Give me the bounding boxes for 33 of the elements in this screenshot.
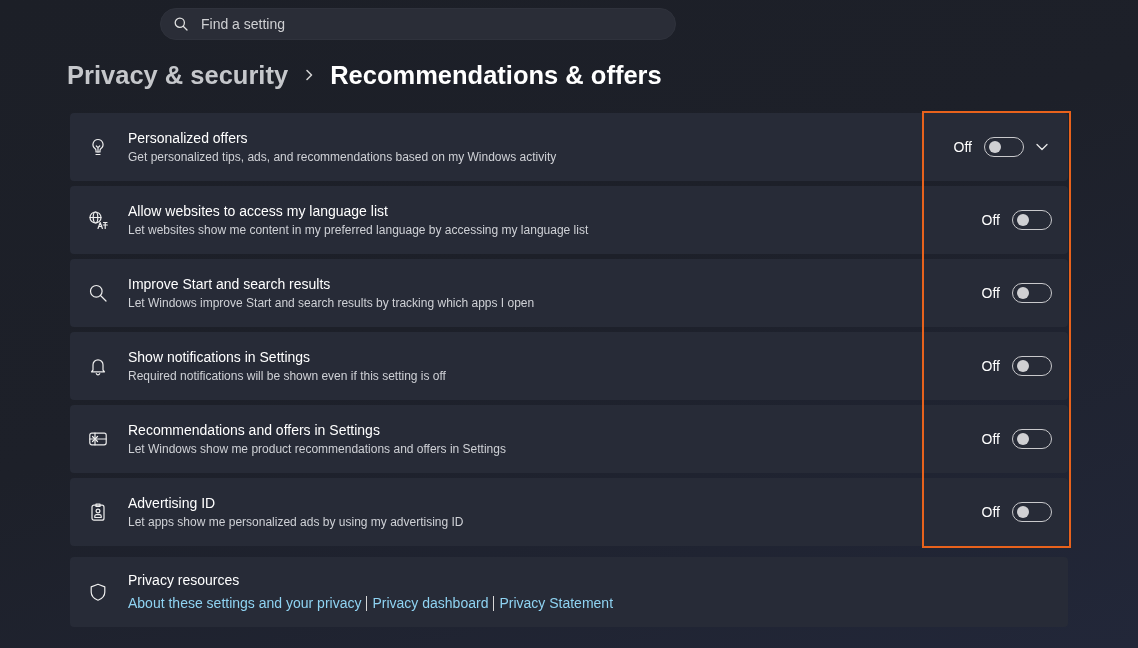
setting-description: Required notifications will be shown even if this setting is off bbox=[128, 368, 446, 384]
search-icon bbox=[174, 17, 188, 31]
setting-title: Show notifications in Settings bbox=[128, 348, 311, 366]
setting-description: Get personalized tips, ads, and recommendations based on my Windows activity bbox=[128, 149, 557, 165]
breadcrumb-link[interactable]: Privacy & security bbox=[67, 60, 289, 90]
toggle-state-label: Off bbox=[981, 212, 1000, 228]
setting-description: Let apps show me personalized ads by using my advertising ID bbox=[128, 514, 464, 530]
privacy-link[interactable]: Privacy Statement bbox=[499, 593, 614, 613]
chevron-down-icon bbox=[1036, 143, 1048, 151]
setting-description: Let websites show me content in my preferred language by accessing my language list bbox=[128, 222, 589, 238]
bell-icon bbox=[88, 356, 108, 376]
setting-title: Allow websites to access my language list bbox=[128, 202, 388, 220]
resources-title: Privacy resources bbox=[128, 571, 240, 589]
toggle-state-label: Off bbox=[953, 139, 972, 155]
id-badge-icon bbox=[88, 502, 108, 522]
privacy-link[interactable]: About these settings and your privacy bbox=[128, 593, 362, 613]
toggle-state-label: Off bbox=[981, 358, 1000, 374]
setting-description: Let Windows show me product recommendations and offers in Settings bbox=[128, 441, 506, 457]
privacy-link[interactable]: Privacy dashboard bbox=[372, 593, 489, 613]
setting-title: Recommendations and offers in Settings bbox=[128, 421, 380, 439]
globe-letters-icon bbox=[88, 210, 108, 230]
setting-title: Personalized offers bbox=[128, 129, 248, 147]
toggle-state-label: Off bbox=[981, 431, 1000, 447]
search-icon bbox=[88, 283, 108, 303]
setting-title: Improve Start and search results bbox=[128, 275, 331, 293]
search-field[interactable]: Find a setting bbox=[160, 8, 676, 40]
toggle-state-label: Off bbox=[981, 504, 1000, 520]
setting-description: Let Windows improve Start and search results by tracking which apps I open bbox=[128, 295, 535, 311]
setting-title: Advertising ID bbox=[128, 494, 216, 512]
toggle-state-label: Off bbox=[981, 285, 1000, 301]
page-title: Recommendations & offers bbox=[330, 60, 662, 90]
shield-icon bbox=[88, 582, 108, 602]
chevron-right-icon bbox=[304, 69, 315, 81]
